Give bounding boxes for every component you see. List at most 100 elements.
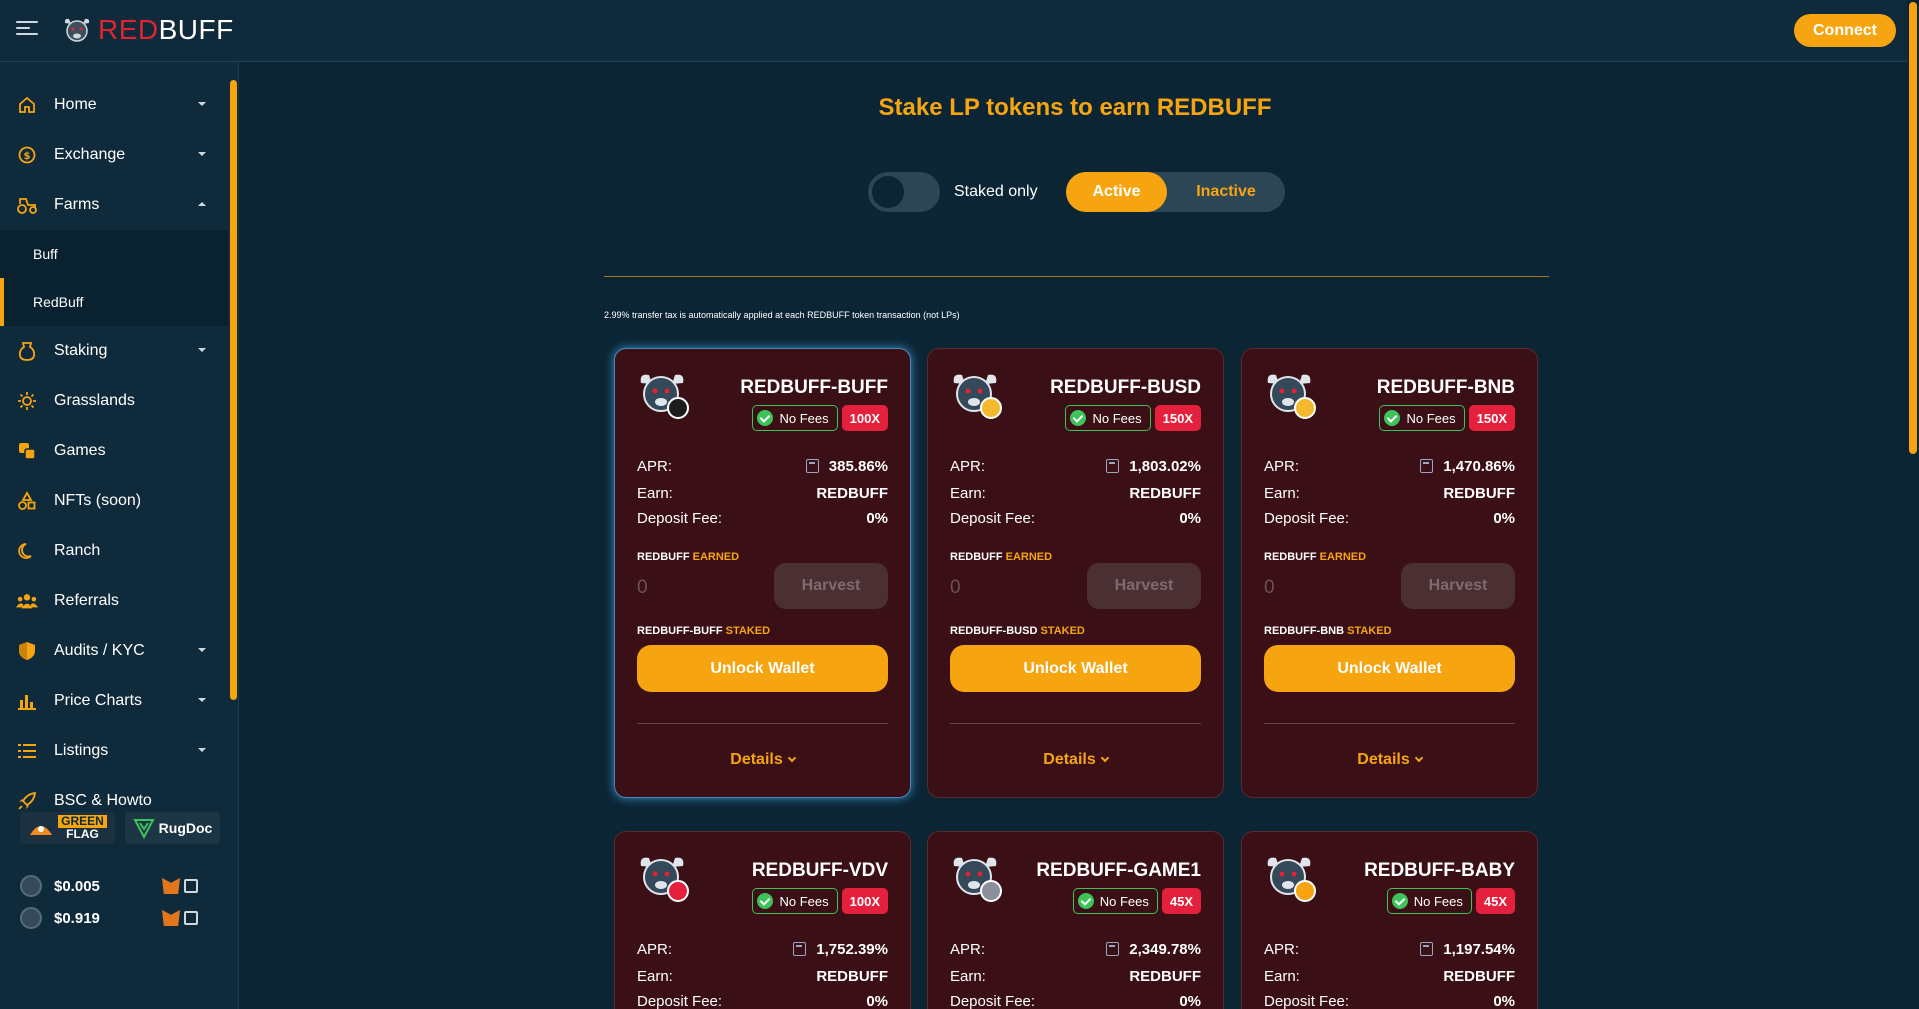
earn-label: Earn: (950, 967, 986, 985)
chevron-down-icon (1414, 753, 1423, 763)
external-link-icon[interactable] (184, 879, 198, 893)
multiplier-badge: 100X (841, 888, 888, 914)
sidebar-item-grasslands[interactable]: Grasslands (0, 376, 228, 426)
harvest-button[interactable]: Harvest (1087, 563, 1201, 609)
no-fees-label: No Fees (1406, 410, 1456, 426)
page-scrollbar-thumb[interactable] (1909, 2, 1917, 454)
earn-row: Earn: REDBUFF (950, 966, 1201, 986)
greenflag-badge[interactable]: GREEN FLAG (20, 812, 115, 844)
sidebar-item-nfts[interactable]: NFTs (soon) (0, 476, 228, 526)
audit-badges: GREEN FLAG RugDoc (20, 812, 220, 844)
sidebar-item-exchange[interactable]: $ Exchange (0, 130, 228, 180)
earned-word: EARNED (692, 551, 740, 563)
greenflag-line2: FLAG (66, 827, 99, 841)
chevron-down-icon (198, 348, 206, 352)
harvest-button[interactable]: Harvest (774, 563, 888, 609)
sidebar-item-label: Price Charts (54, 692, 143, 709)
sidebar-item-audits[interactable]: Audits / KYC (0, 626, 228, 676)
calculator-icon[interactable] (805, 459, 819, 473)
metamask-add-icon[interactable] (162, 878, 180, 894)
sidebar-item-label: BSC & Howto (54, 792, 152, 809)
sidebar-item-games[interactable]: Games (0, 426, 228, 476)
check-circle-icon (1070, 410, 1087, 426)
menu-toggle-icon[interactable] (16, 21, 38, 39)
sidebar-item-farms[interactable]: Farms (0, 180, 228, 230)
sidebar-item-ranch[interactable]: Ranch (0, 526, 228, 576)
check-circle-icon (757, 893, 774, 909)
apr-row: APR: 1,803.02% (950, 456, 1201, 476)
sidebar-subitem-redbuff[interactable]: RedBuff (0, 278, 228, 326)
earn-value: REDBUFF (1129, 967, 1201, 985)
chevron-down-icon (198, 152, 206, 156)
earn-value: REDBUFF (1129, 484, 1201, 502)
card-tags: No Fees 150X (1065, 405, 1201, 431)
card-tags: No Fees 45X (1386, 888, 1515, 914)
page-title: Stake LP tokens to earn REDBUFF (878, 94, 1272, 121)
multiplier-badge: 45X (1475, 888, 1515, 914)
unlock-wallet-button[interactable]: Unlock Wallet (950, 645, 1201, 692)
sidebar-item-listings[interactable]: Listings (0, 726, 228, 776)
earned-value: 0 (1264, 577, 1275, 598)
card-divider (637, 723, 888, 724)
pair-name: REDBUFF-BUFF (740, 377, 888, 398)
sidebar-subitem-buff[interactable]: Buff (0, 230, 228, 278)
calculator-icon[interactable] (1106, 942, 1120, 956)
tab-active[interactable]: Active (1066, 172, 1167, 212)
staked-token: REDBUFF-BUFF (637, 625, 723, 637)
deposit-fee-value: 0% (1493, 992, 1515, 1009)
deposit-fee-value: 0% (866, 992, 888, 1009)
pair-token-icon (953, 374, 1002, 419)
deposit-fee-label: Deposit Fee: (1264, 509, 1350, 527)
calculator-icon[interactable] (1106, 459, 1120, 473)
details-toggle[interactable]: Details (1242, 751, 1537, 769)
card-tags: No Fees 150X (1379, 405, 1515, 431)
sidebar-item-staking[interactable]: Staking (0, 326, 228, 376)
details-toggle[interactable]: Details (928, 751, 1223, 769)
redbuff-token-icon (20, 907, 42, 929)
metamask-add-icon[interactable] (162, 910, 180, 926)
deposit-fee-row: Deposit Fee: 0% (637, 991, 888, 1009)
farm-card: REDBUFF-BUFF No Fees 100X APR: 385.86% Earn: R… (614, 348, 911, 798)
apr-row: APR: 1,197.54% (1264, 939, 1515, 959)
farm-card: REDBUFF-BABY No Fees 45X APR: 1,197.54% Earn:… (1241, 831, 1538, 1009)
no-fees-badge: No Fees (752, 888, 838, 914)
chevron-up-icon (198, 202, 206, 206)
calculator-icon[interactable] (1420, 459, 1434, 473)
external-link-icon[interactable] (184, 911, 198, 925)
apr-row: APR: 385.86% (637, 456, 888, 476)
deposit-fee-row: Deposit Fee: 0% (1264, 508, 1515, 528)
exchange-icon: $ (16, 144, 38, 166)
greenflag-logo-icon (30, 826, 53, 835)
unlock-wallet-button[interactable]: Unlock Wallet (1264, 645, 1515, 692)
details-toggle[interactable]: Details (615, 751, 910, 769)
connect-button[interactable]: Connect (1794, 14, 1896, 47)
sidebar-scrollbar[interactable] (230, 80, 237, 700)
page-scrollbar[interactable] (1907, 0, 1919, 1009)
harvest-button[interactable]: Harvest (1401, 563, 1515, 609)
deposit-fee-label: Deposit Fee: (637, 509, 723, 527)
earn-row: Earn: REDBUFF (637, 966, 888, 986)
sidebar-item-label: Listings (54, 742, 109, 759)
tab-inactive[interactable]: Inactive (1167, 172, 1285, 212)
active-inactive-toggle: Active Inactive (1066, 172, 1285, 212)
sidebar-item-referrals[interactable]: Referrals (0, 576, 228, 626)
sidebar-item-price-charts[interactable]: Price Charts (0, 676, 228, 726)
no-fees-badge: No Fees (1386, 888, 1472, 914)
calculator-icon[interactable] (1420, 942, 1434, 956)
deposit-fee-row: Deposit Fee: 0% (950, 508, 1201, 528)
earn-value: REDBUFF (1443, 484, 1515, 502)
calculator-icon[interactable] (793, 942, 807, 956)
rugdoc-badge[interactable]: RugDoc (125, 812, 220, 844)
earned-word: EARNED (1005, 551, 1053, 563)
unlock-wallet-button[interactable]: Unlock Wallet (637, 645, 888, 692)
chevron-down-icon (198, 748, 206, 752)
deposit-fee-label: Deposit Fee: (637, 992, 723, 1009)
logo[interactable]: REDBUFF (62, 14, 234, 46)
staked-only-switch[interactable] (868, 172, 940, 212)
pair-name: REDBUFF-VDV (751, 860, 888, 881)
apr-value: 2,349.78% (1129, 940, 1201, 958)
pair-token-icon (640, 374, 689, 419)
multiplier-badge: 45X (1161, 888, 1201, 914)
sidebar-item-label: Referrals (54, 592, 119, 609)
card-divider (950, 723, 1201, 724)
